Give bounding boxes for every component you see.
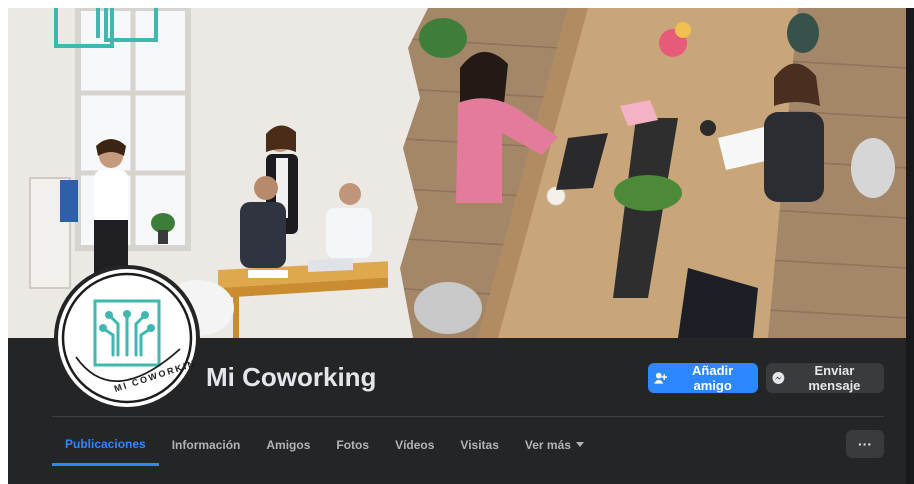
tab-informacion[interactable]: Información xyxy=(159,424,254,466)
intro-card-edge xyxy=(52,476,394,484)
tab-label: Publicaciones xyxy=(65,436,146,451)
person-plus-icon xyxy=(654,372,668,384)
tab-label: Visitas xyxy=(460,438,499,452)
add-friend-button[interactable]: Añadir amigo xyxy=(648,363,758,393)
send-message-label: Enviar mensaje xyxy=(808,363,861,393)
profile-tabs: Publicaciones Información Amigos Fotos V… xyxy=(52,424,597,466)
caret-down-icon xyxy=(575,442,584,447)
tab-label: Ver más xyxy=(524,438,571,452)
tab-visitas[interactable]: Visitas xyxy=(447,424,511,466)
tab-label: Fotos xyxy=(336,438,370,452)
messenger-icon xyxy=(772,372,785,384)
coworking-logo: MI COWORKING xyxy=(61,272,206,404)
avatar[interactable]: MI COWORKING xyxy=(54,265,206,411)
page-title: Mi Coworking xyxy=(206,362,377,392)
tab-label: Vídeos xyxy=(395,438,435,452)
ellipsis-icon: ··· xyxy=(858,436,872,452)
feed-card-edge xyxy=(408,476,884,484)
tab-label: Amigos xyxy=(266,438,311,452)
more-options-button[interactable]: ··· xyxy=(846,430,884,458)
tab-publicaciones[interactable]: Publicaciones xyxy=(52,424,159,466)
tab-amigos[interactable]: Amigos xyxy=(253,424,323,466)
header-divider xyxy=(52,416,884,417)
send-message-button[interactable]: Enviar mensaje xyxy=(766,363,884,393)
tab-label: Información xyxy=(171,438,241,452)
tab-videos[interactable]: Vídeos xyxy=(382,424,447,466)
tab-fotos[interactable]: Fotos xyxy=(323,424,382,466)
add-friend-label: Añadir amigo xyxy=(692,363,734,393)
tab-ver-mas[interactable]: Ver más xyxy=(512,424,597,466)
